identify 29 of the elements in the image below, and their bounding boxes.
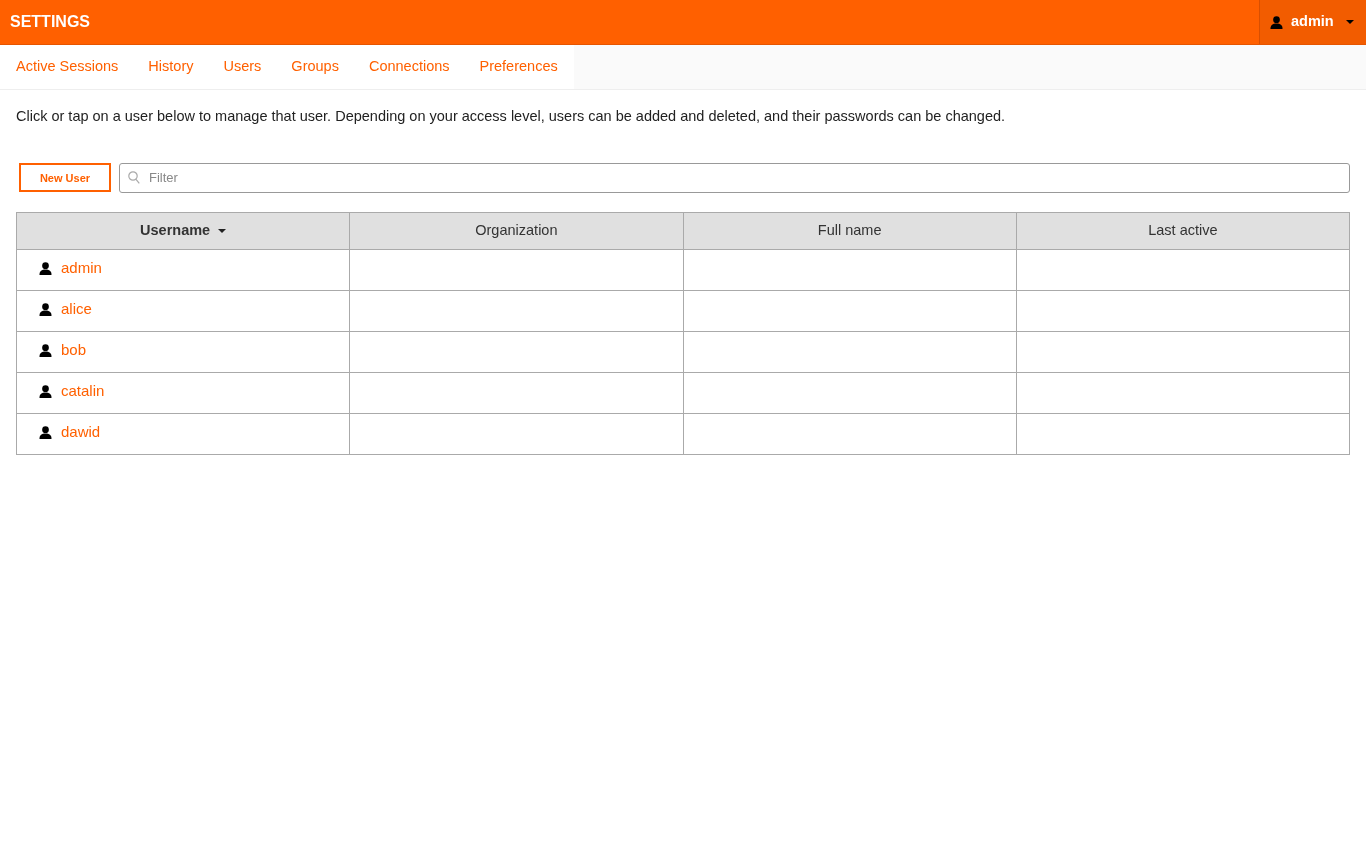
- page-title: SETTINGS: [10, 12, 90, 32]
- column-header[interactable]: Last active: [1016, 212, 1350, 250]
- username-link[interactable]: catalin: [61, 380, 105, 403]
- username-link[interactable]: bob: [61, 339, 87, 362]
- tab[interactable]: Connections: [368, 56, 450, 78]
- search-icon: [128, 170, 140, 184]
- new-user-button[interactable]: New User: [19, 163, 111, 193]
- tab[interactable]: Groups: [291, 56, 339, 78]
- column-header[interactable]: Username: [16, 212, 350, 250]
- user-icon: [1270, 15, 1283, 29]
- user-icon: [39, 344, 52, 358]
- description-text: Click or tap on a user below to manage that user. Depending on your access level, users can be added and deleted, and their passwords can be changed.: [16, 107, 1007, 126]
- column-header[interactable]: Organization: [349, 212, 683, 250]
- user-menu[interactable]: admin: [1259, 0, 1366, 44]
- tab[interactable]: Active Sessions: [16, 56, 119, 78]
- username-link[interactable]: alice: [61, 298, 92, 321]
- caret-icon: [1346, 20, 1354, 24]
- tab[interactable]: Preferences: [479, 56, 558, 78]
- tab[interactable]: Users: [223, 56, 262, 78]
- user-icon: [39, 262, 52, 276]
- user-icon: [39, 303, 52, 317]
- caret-icon: [218, 229, 227, 234]
- tab[interactable]: History: [148, 56, 194, 78]
- user-icon: [39, 426, 52, 440]
- user-icon: [39, 385, 52, 399]
- filter-field[interactable]: Filter: [119, 162, 1350, 193]
- username-link[interactable]: dawid: [61, 421, 101, 444]
- column-header[interactable]: Full name: [683, 212, 1017, 250]
- username-link[interactable]: admin: [61, 257, 102, 280]
